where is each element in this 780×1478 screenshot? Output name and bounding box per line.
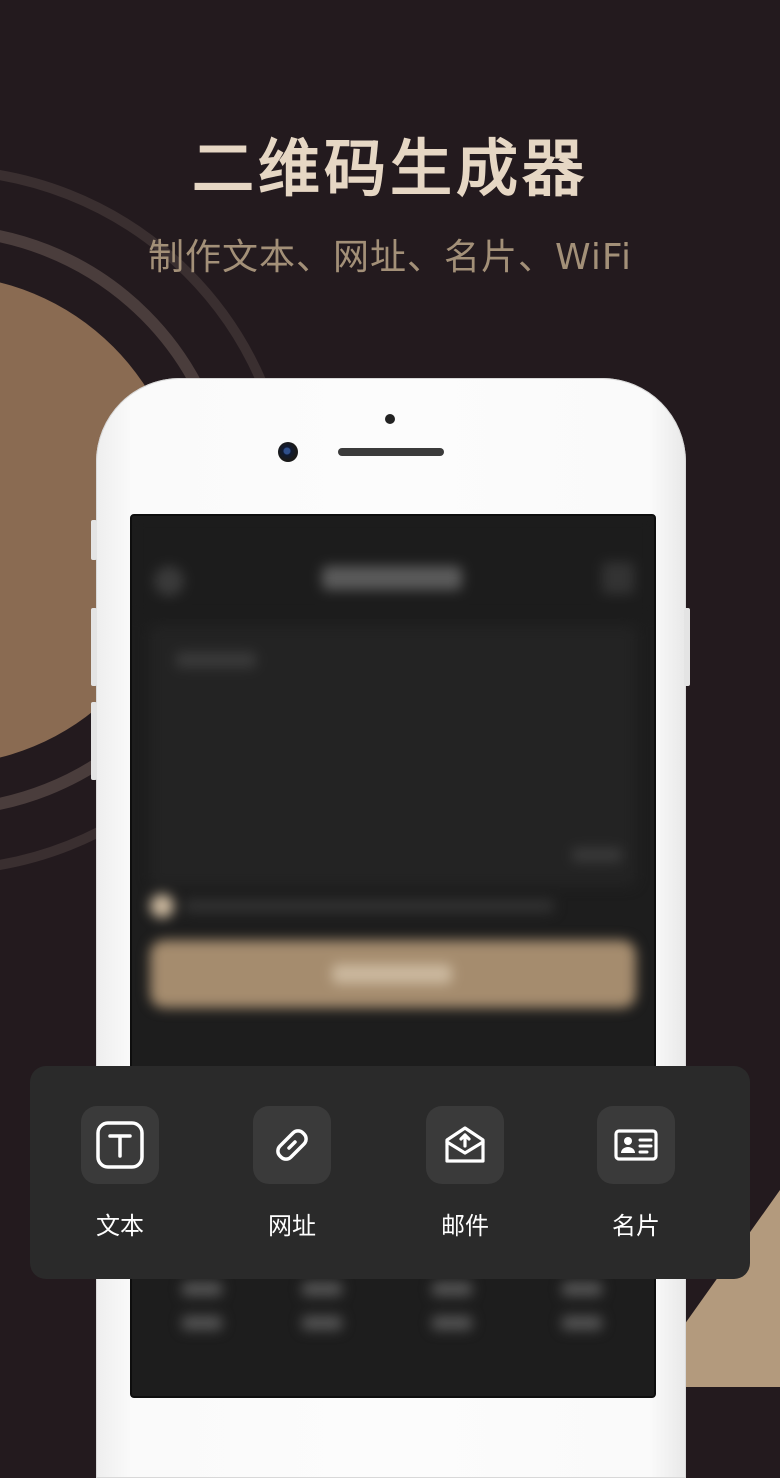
preview-back-icon <box>154 566 184 596</box>
type-mail-button[interactable]: 邮件 <box>426 1106 504 1241</box>
preview-button-label <box>332 964 452 984</box>
preview-radio <box>150 894 174 918</box>
mail-icon-box <box>426 1106 504 1184</box>
business-card-icon <box>614 1129 658 1161</box>
earpiece-speaker <box>338 448 444 456</box>
business-card-icon-box <box>597 1106 675 1184</box>
volume-up-button <box>91 608 97 686</box>
type-mail-label: 邮件 <box>441 1212 489 1240</box>
preview-menu-icon <box>602 562 634 594</box>
text-icon-box <box>81 1106 159 1184</box>
type-text-label: 文本 <box>96 1212 144 1240</box>
preview-agreement-text <box>184 900 554 912</box>
type-url-button[interactable]: 网址 <box>253 1106 331 1241</box>
page-subtitle: 制作文本、网址、名片、WiFi <box>148 237 632 278</box>
qr-type-panel: 文本 网址 邮件 名片 <box>30 1066 750 1279</box>
link-icon <box>276 1129 308 1161</box>
text-icon <box>96 1121 144 1169</box>
mail-icon <box>445 1126 485 1163</box>
volume-down-button <box>91 702 97 780</box>
preview-placeholder <box>176 652 256 668</box>
preview-title <box>322 566 462 590</box>
preview-char-count <box>572 848 622 862</box>
type-text-button[interactable]: 文本 <box>81 1106 159 1241</box>
page-title: 二维码生成器 <box>191 132 588 205</box>
type-card-label: 名片 <box>612 1212 660 1240</box>
type-url-label: 网址 <box>268 1212 316 1240</box>
power-button <box>684 608 690 686</box>
proximity-sensor <box>385 414 395 424</box>
mute-switch <box>91 520 97 560</box>
type-card-button[interactable]: 名片 <box>597 1106 675 1241</box>
link-icon-box <box>253 1106 331 1184</box>
front-camera-icon <box>278 442 298 462</box>
